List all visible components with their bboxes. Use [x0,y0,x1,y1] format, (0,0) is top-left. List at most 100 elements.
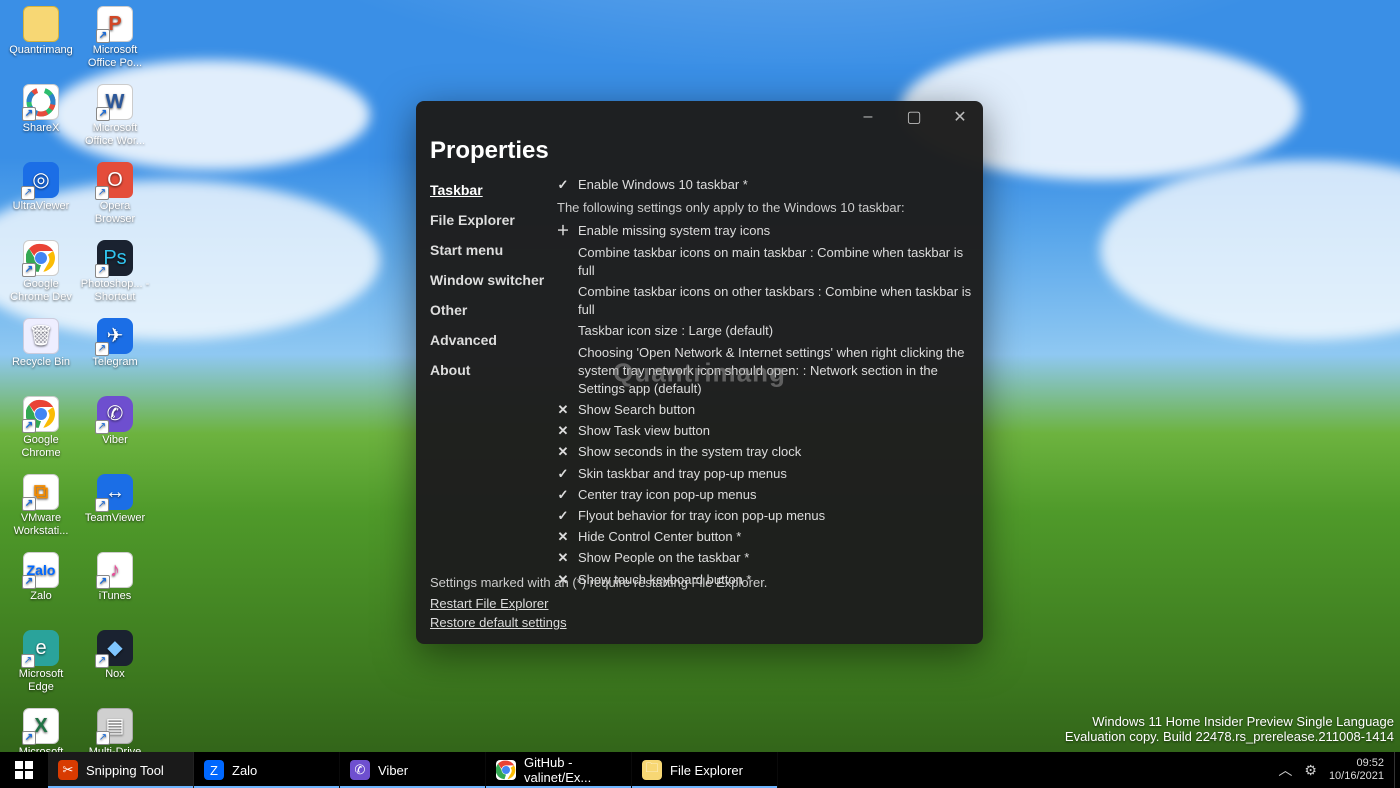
shortcut-arrow-icon: ↗ [21,654,35,668]
check-icon: ✓ [556,465,570,483]
sidebar-item-window-switcher[interactable]: Window switcher [430,265,550,295]
desktop-icon[interactable]: e↗Microsoft Edge [6,630,76,704]
desktop-icon-label: UltraViewer [13,200,70,213]
desktop-icon[interactable]: ↗Google Chrome [6,396,76,470]
desktop-icon[interactable]: Ps↗Photoshop... - Shortcut [80,240,150,314]
plus-icon: ＋ [556,222,570,240]
shortcut-arrow-icon: ↗ [22,497,36,511]
tray-chevron-icon[interactable]: ︿ [1278,760,1292,780]
desktop-icon-label: TeamViewer [85,512,145,525]
app-icon: ♪↗ [97,552,133,588]
clock-date: 10/16/2021 [1329,770,1384,783]
option-row[interactable]: ✓ Enable Windows 10 taskbar * [556,176,973,194]
desktop[interactable]: QuantrimangP↗Microsoft Office Po...↗Shar… [0,0,1400,788]
maximize-button[interactable]: ▢ [891,101,937,133]
window-title: Properties [430,137,549,165]
taskbar-clock[interactable]: 09:52 10/16/2021 [1329,757,1384,783]
option-row[interactable]: ＋Enable missing system tray icons [556,222,973,240]
app-icon: ✆↗ [97,396,133,432]
shortcut-arrow-icon: ↗ [22,731,36,745]
tray-settings-icon[interactable]: ⚙ [1304,762,1317,779]
desktop-icon[interactable]: P↗Microsoft Office Po... [80,6,150,80]
desktop-icon[interactable]: ✆↗Viber [80,396,150,470]
desktop-icon-label: VMware Workstati... [6,512,76,538]
app-icon: O↗ [97,162,133,198]
restore-defaults-link[interactable]: Restore default settings [430,615,767,630]
properties-window: – ▢ ✕ Properties TaskbarFile ExplorerSta… [416,101,983,644]
desktop-icon-label: Microsoft Office Wor... [80,122,150,148]
taskbar-app-icon: ✂ [58,760,78,780]
shortcut-arrow-icon: ↗ [95,264,109,278]
shortcut-arrow-icon: ↗ [22,419,36,433]
app-icon: ↗ [23,396,59,432]
desktop-icon-label: iTunes [99,590,132,603]
app-icon: P↗ [97,6,133,42]
desktop-icon[interactable]: ⧉↗VMware Workstati... [6,474,76,548]
desktop-icon[interactable]: Zalo↗Zalo [6,552,76,626]
x-icon: ✕ [556,549,570,567]
desktop-icon[interactable]: 🗑Recycle Bin [6,318,76,392]
check-icon: ✓ [556,486,570,504]
shortcut-arrow-icon: ↗ [95,498,109,512]
start-button[interactable] [0,752,48,788]
taskbar-app-icon: ✆ [350,760,370,780]
option-row[interactable]: Combine taskbar icons on other taskbars … [556,283,973,319]
option-row[interactable]: ✓ Skin taskbar and tray pop-up menus [556,465,973,483]
shortcut-arrow-icon: ↗ [95,420,109,434]
taskbar-item-label: Zalo [232,763,257,778]
desktop-icon-label: ShareX [23,122,60,135]
taskbar-item[interactable]: ZZalo [194,752,340,788]
desktop-icon[interactable]: W↗Microsoft Office Wor... [80,84,150,158]
shortcut-arrow-icon: ↗ [22,107,36,121]
shortcut-arrow-icon: ↗ [21,186,35,200]
sidebar-item-start-menu[interactable]: Start menu [430,235,550,265]
sidebar-nav: TaskbarFile ExplorerStart menuWindow swi… [430,175,550,385]
option-row[interactable]: ✓Flyout behavior for tray icon pop-up me… [556,507,973,525]
option-row[interactable]: Choosing 'Open Network & Internet settin… [556,344,973,399]
desktop-icon-label: Microsoft Edge [6,668,76,694]
taskbar-item[interactable]: 🗀File Explorer [632,752,778,788]
close-button[interactable]: ✕ [937,101,983,133]
desktop-icon[interactable]: ✈↗Telegram [80,318,150,392]
desktop-icon[interactable]: ↔↗TeamViewer [80,474,150,548]
option-label: Skin taskbar and tray pop-up menus [578,465,973,483]
sidebar-item-advanced[interactable]: Advanced [430,325,550,355]
desktop-icon-label: Photoshop... - Shortcut [80,278,150,304]
option-row[interactable]: ✕Show Search button [556,401,973,419]
desktop-icon[interactable]: ◆↗Nox [80,630,150,704]
option-row[interactable]: ✕Hide Control Center button * [556,528,973,546]
taskbar-item[interactable]: GitHub - valinet/Ex... [486,752,632,788]
sidebar-item-about[interactable]: About [430,355,550,385]
option-row[interactable]: Taskbar icon size : Large (default) [556,322,973,340]
minimize-button[interactable]: – [845,101,891,133]
clock-time: 09:52 [1329,757,1384,770]
option-row[interactable]: ✕Show Task view button [556,422,973,440]
taskbar-item[interactable]: ✆Viber [340,752,486,788]
app-icon: ✈↗ [97,318,133,354]
sidebar-item-other[interactable]: Other [430,295,550,325]
sidebar-item-file-explorer[interactable]: File Explorer [430,205,550,235]
app-icon: W↗ [97,84,133,120]
desktop-icon[interactable]: Quantrimang [6,6,76,80]
taskbar-item[interactable]: ✂ Snipping Tool [48,752,194,788]
check-icon: ✓ [556,176,570,194]
app-icon: ⧉↗ [23,474,59,510]
show-desktop-button[interactable] [1394,752,1400,788]
option-label: Show People on the taskbar * [578,549,973,567]
option-label: Show Task view button [578,422,973,440]
os-watermark: Windows 11 Home Insider Preview Single L… [1065,714,1394,744]
option-row[interactable]: ✕Show seconds in the system tray clock [556,443,973,461]
desktop-icon[interactable]: O↗Opera Browser [80,162,150,236]
desktop-icon[interactable]: ♪↗ iTunes [80,552,150,626]
taskbar-item-label: Snipping Tool [86,763,164,778]
desktop-icon[interactable]: ◎↗UltraViewer [6,162,76,236]
option-row[interactable]: ✕ Show People on the taskbar * [556,549,973,567]
desktop-icon[interactable]: ↗ShareX [6,84,76,158]
restart-explorer-link[interactable]: Restart File Explorer [430,596,767,611]
taskbar: ✂ Snipping Tool ZZalo✆ViberGitHub - valine… [0,752,1400,788]
option-row[interactable]: ✓Center tray icon pop-up menus [556,486,973,504]
sidebar-item-taskbar[interactable]: Taskbar [430,175,550,205]
option-row[interactable]: Combine taskbar icons on main taskbar : … [556,244,973,280]
desktop-icon[interactable]: ↗Google Chrome Dev [6,240,76,314]
option-label: Show seconds in the system tray clock [578,443,973,461]
